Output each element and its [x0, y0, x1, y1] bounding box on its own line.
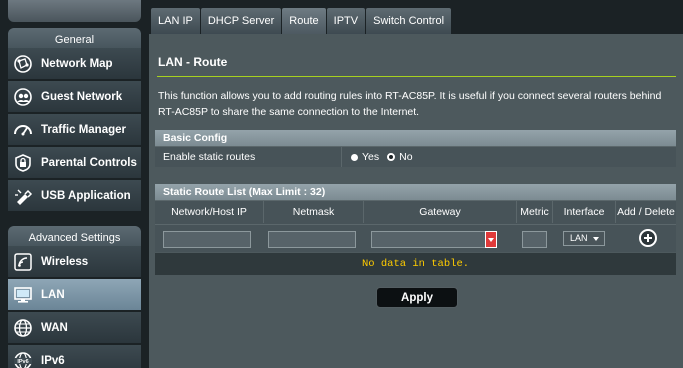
sidebar-item-traffic-manager[interactable]: Traffic Manager — [8, 114, 141, 146]
sidebar-item-parental-controls[interactable]: Parental Controls — [8, 147, 141, 179]
tab-bar: LAN IP DHCP Server Route IPTV Switch Con… — [151, 8, 452, 34]
tab-route[interactable]: Route — [282, 8, 326, 34]
radio-no[interactable] — [387, 153, 396, 161]
empty-table-message: No data in table. — [155, 253, 676, 275]
main-panel: LAN - Route This function allows you to … — [149, 34, 683, 368]
sidebar-item-label: USB Application — [41, 189, 131, 202]
basic-config-header: Basic Config — [155, 130, 676, 146]
radio-yes-label: Yes — [362, 151, 380, 163]
tab-switch-control[interactable]: Switch Control — [366, 8, 452, 34]
enable-static-routes-label: Enable static routes — [163, 151, 256, 163]
general-header: General — [8, 28, 141, 50]
gateway-input[interactable] — [371, 231, 497, 248]
radio-yes[interactable] — [351, 153, 358, 161]
sidebar-item-lan[interactable]: LAN — [8, 279, 141, 311]
gateway-dropdown-arrow-icon[interactable] — [485, 231, 497, 248]
sidebar-item-label: IPv6 — [41, 354, 65, 367]
add-route-button[interactable] — [639, 229, 657, 247]
tab-dhcp-server[interactable]: DHCP Server — [200, 8, 282, 34]
sidebar-item-label: WAN — [41, 321, 68, 334]
column-add-delete: Add / Delete — [617, 206, 675, 218]
column-netmask: Netmask — [264, 201, 364, 223]
traffic-manager-icon — [12, 119, 34, 141]
lan-icon — [12, 284, 34, 306]
page-title: LAN - Route — [158, 55, 228, 69]
sidebar-item-usb-application[interactable]: USB Application — [8, 180, 141, 212]
sidebar-item-ipv6[interactable]: IPv6 IPv6 — [8, 345, 141, 368]
route-list-column-headers: Network/Host IP Netmask Gateway Metric I… — [155, 200, 676, 224]
enable-static-routes-row: Enable static routes Yes No — [155, 146, 676, 167]
interface-select-value: LAN — [570, 233, 588, 243]
sidebar-item-wan[interactable]: WAN — [8, 312, 141, 344]
network-host-ip-input[interactable] — [163, 231, 251, 248]
advanced-settings-header: Advanced Settings — [8, 226, 141, 248]
ipv6-icon: IPv6 — [12, 350, 34, 368]
wireless-icon — [12, 251, 34, 273]
page-description: This function allows you to add routing … — [158, 90, 662, 118]
row-divider — [341, 147, 342, 167]
netmask-input[interactable] — [268, 231, 356, 248]
network-map-icon — [12, 53, 34, 75]
column-interface: Interface — [553, 201, 616, 223]
sidebar-item-label: LAN — [41, 288, 65, 301]
tab-iptv[interactable]: IPTV — [326, 8, 366, 34]
sidebar-item-label: Parental Controls — [41, 156, 137, 169]
column-network-host-ip: Network/Host IP — [155, 201, 264, 223]
enable-static-routes-options: Yes No — [351, 147, 413, 167]
sidebar-top-item[interactable] — [8, 0, 141, 22]
title-divider — [157, 76, 676, 77]
guest-network-icon — [12, 86, 34, 108]
sidebar-item-label: Wireless — [41, 255, 89, 268]
metric-input[interactable] — [522, 231, 547, 248]
sidebar-item-network-map[interactable]: Network Map — [8, 48, 141, 80]
column-metric: Metric — [517, 201, 553, 223]
sidebar-item-guest-network[interactable]: Guest Network — [8, 81, 141, 113]
interface-select[interactable]: LAN — [563, 231, 605, 246]
chevron-down-icon — [593, 237, 599, 241]
apply-button[interactable]: Apply — [376, 287, 458, 308]
sidebar-item-label: Guest Network — [41, 90, 123, 103]
parental-controls-icon — [12, 152, 34, 174]
route-input-row: LAN — [155, 224, 676, 252]
radio-no-label: No — [399, 151, 413, 163]
sidebar: General Network Map Guest Network Traffi… — [0, 0, 149, 368]
static-route-list-header: Static Route List (Max Limit : 32) — [155, 184, 676, 200]
sidebar-item-wireless[interactable]: Wireless — [8, 246, 141, 278]
sidebar-item-label: Traffic Manager — [41, 123, 126, 136]
wan-icon — [12, 317, 34, 339]
sidebar-item-label: Network Map — [41, 57, 113, 70]
svg-text:IPv6: IPv6 — [17, 359, 28, 365]
tab-lan-ip[interactable]: LAN IP — [151, 8, 200, 34]
column-gateway: Gateway — [364, 201, 517, 223]
usb-application-icon — [12, 185, 34, 207]
